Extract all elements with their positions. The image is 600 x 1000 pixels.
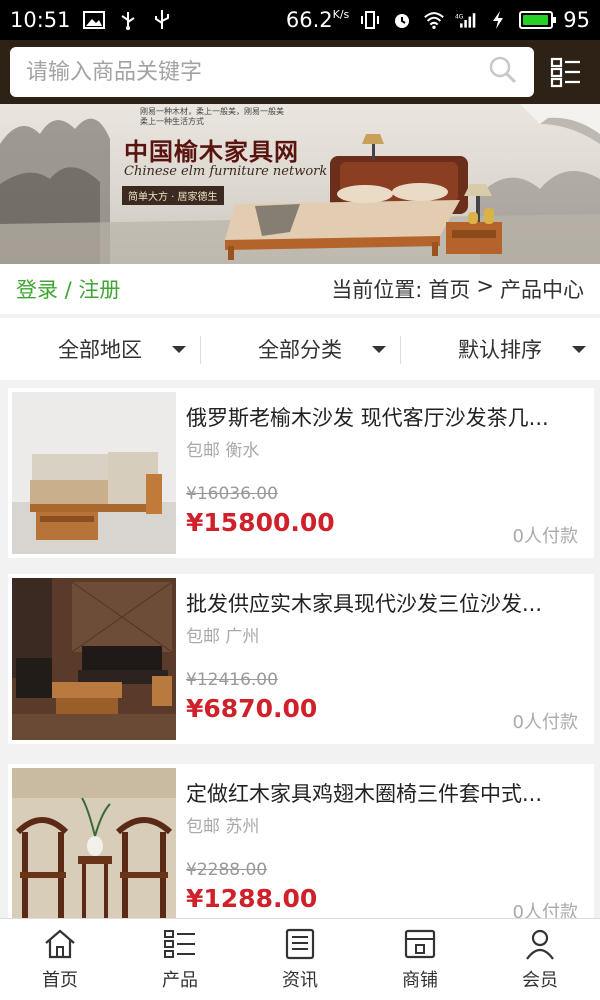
product-original-price: ¥16036.00 bbox=[186, 484, 278, 504]
product-title[interactable]: 定做红木家具鸡翅木圈椅三件套中式... bbox=[186, 778, 586, 808]
product-original-price: ¥12416.00 bbox=[186, 670, 278, 690]
nav-label: 首页 bbox=[42, 969, 78, 991]
caret-down-icon bbox=[372, 346, 386, 353]
search-input[interactable] bbox=[26, 59, 488, 85]
list-icon bbox=[164, 929, 195, 958]
product-image[interactable] bbox=[12, 578, 176, 740]
product-image[interactable] bbox=[12, 392, 176, 554]
charging-icon bbox=[487, 9, 509, 31]
usb-trident-icon bbox=[151, 9, 173, 31]
nav-home[interactable]: 首页 bbox=[0, 919, 120, 1000]
breadcrumb-current: 产品中心 bbox=[500, 278, 584, 302]
filter-label: 默认排序 bbox=[458, 338, 542, 362]
product-price: ¥6870.00 bbox=[186, 694, 318, 723]
product-sales-count: 0人付款 bbox=[512, 902, 578, 918]
product-card[interactable]: 批发供应实木家具现代沙发三位沙发... 包邮 广州 ¥12416.00 ¥687… bbox=[8, 574, 594, 744]
product-shipping-location: 包邮 广州 bbox=[186, 627, 260, 647]
news-icon bbox=[285, 928, 315, 959]
nav-products[interactable]: 产品 bbox=[120, 919, 240, 1000]
banner-slogan: 简单大方 · 居家德生 bbox=[122, 186, 224, 205]
banner-title: 中国榆木家具网 bbox=[124, 137, 299, 166]
battery-level: 95 bbox=[563, 8, 590, 32]
signal-4g-icon: 4G bbox=[455, 9, 477, 31]
promo-banner[interactable]: 刚易一种木材，柔上一般美，刚易一般美 柔上一种生活方式 中国榆木家具网 Chin… bbox=[0, 104, 600, 264]
svg-text:4G: 4G bbox=[455, 14, 464, 20]
status-bar: 10:51 66.2K/s 4G 95 bbox=[0, 0, 600, 40]
product-title[interactable]: 批发供应实木家具现代沙发三位沙发... bbox=[186, 588, 586, 618]
battery-icon bbox=[519, 11, 557, 29]
grid-list-icon bbox=[550, 57, 580, 88]
product-list: 俄罗斯老榆木沙发 现代客厅沙发茶几... 包邮 衡水 ¥16036.00 ¥15… bbox=[0, 388, 600, 918]
product-sales-count: 0人付款 bbox=[512, 712, 578, 733]
caret-down-icon bbox=[172, 346, 186, 353]
product-title[interactable]: 俄罗斯老榆木沙发 现代客厅沙发茶几... bbox=[186, 402, 586, 432]
product-shipping-location: 包邮 衡水 bbox=[186, 441, 260, 461]
breadcrumb-label: 当前位置: bbox=[331, 278, 423, 302]
nav-label: 资讯 bbox=[282, 969, 318, 991]
banner-artwork bbox=[0, 104, 600, 264]
breadcrumb-home[interactable]: 首页 bbox=[428, 274, 470, 304]
category-menu-button[interactable] bbox=[548, 54, 584, 90]
image-icon bbox=[82, 9, 105, 31]
nav-news[interactable]: 资讯 bbox=[240, 919, 360, 1000]
product-sales-count: 0人付款 bbox=[512, 526, 578, 547]
filter-label: 全部地区 bbox=[58, 338, 142, 362]
filter-sort[interactable]: 默认排序 bbox=[400, 318, 600, 380]
search-box[interactable] bbox=[10, 47, 534, 97]
breadcrumb-bar: 登录 / 注册 当前位置: 首页 > 产品中心 bbox=[0, 264, 600, 314]
banner-poem: 刚易一种木材，柔上一般美，刚易一般美 柔上一种生活方式 bbox=[140, 107, 284, 126]
filter-label: 全部分类 bbox=[258, 338, 342, 362]
product-original-price: ¥2288.00 bbox=[186, 860, 268, 880]
user-icon bbox=[526, 929, 554, 960]
login-register-link[interactable]: 登录 / 注册 bbox=[16, 274, 120, 304]
product-card[interactable]: 定做红木家具鸡翅木圈椅三件套中式... 包邮 苏州 ¥2288.00 ¥1288… bbox=[8, 764, 594, 918]
caret-down-icon bbox=[572, 346, 586, 353]
nav-label: 产品 bbox=[162, 969, 198, 991]
product-card[interactable]: 俄罗斯老榆木沙发 现代客厅沙发茶几... 包邮 衡水 ¥16036.00 ¥15… bbox=[8, 388, 594, 558]
network-speed: 66.2K/s bbox=[285, 8, 350, 32]
bottom-nav: 首页 产品 资讯 商铺 会员 bbox=[0, 918, 600, 1000]
home-icon bbox=[45, 929, 75, 958]
nav-member[interactable]: 会员 bbox=[480, 919, 600, 1000]
alarm-icon bbox=[391, 9, 413, 31]
breadcrumb: 当前位置: 首页 > 产品中心 bbox=[331, 274, 584, 304]
filter-bar: 全部地区 全部分类 默认排序 bbox=[0, 318, 600, 380]
wifi-icon bbox=[423, 9, 445, 31]
nav-label: 会员 bbox=[522, 969, 558, 991]
breadcrumb-separator: > bbox=[476, 274, 494, 298]
nav-shops[interactable]: 商铺 bbox=[360, 919, 480, 1000]
filter-category[interactable]: 全部分类 bbox=[200, 318, 400, 380]
banner-subtitle: Chinese elm furniture network bbox=[124, 164, 328, 179]
nav-label: 商铺 bbox=[402, 969, 438, 991]
status-time: 10:51 bbox=[10, 8, 71, 32]
search-header bbox=[0, 40, 600, 104]
usb-icon bbox=[117, 9, 139, 31]
product-image[interactable] bbox=[12, 768, 176, 918]
search-icon[interactable] bbox=[488, 55, 518, 89]
vibrate-icon bbox=[359, 9, 381, 31]
filter-region[interactable]: 全部地区 bbox=[0, 318, 200, 380]
product-price: ¥1288.00 bbox=[186, 884, 318, 913]
product-price: ¥15800.00 bbox=[186, 508, 335, 537]
shop-icon bbox=[404, 929, 436, 958]
product-shipping-location: 包邮 苏州 bbox=[186, 817, 260, 837]
